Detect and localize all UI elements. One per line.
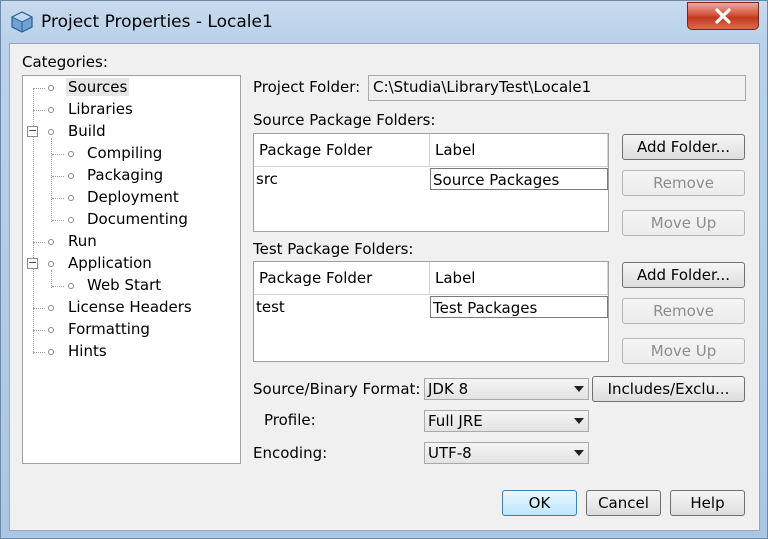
tree-node-bullet xyxy=(48,239,54,245)
tree-connector xyxy=(33,330,45,331)
source-package-folders-label: Source Package Folders: xyxy=(253,111,436,129)
move-up-test-folder-button[interactable]: Move Up xyxy=(622,338,745,364)
add-test-folder-button[interactable]: Add Folder... xyxy=(622,262,745,288)
chevron-down-icon xyxy=(574,386,584,392)
column-header-package-folder[interactable]: Package Folder xyxy=(254,134,430,167)
encoding-value: UTF-8 xyxy=(428,444,472,462)
tree-node-bullet xyxy=(48,305,54,311)
encoding-label: Encoding: xyxy=(253,444,328,462)
tree-connector xyxy=(52,176,64,177)
table-cell-label[interactable]: Source Packages xyxy=(430,168,608,190)
category-sources[interactable]: Sources xyxy=(66,78,130,96)
test-package-folders-label: Test Package Folders: xyxy=(253,240,414,258)
source-package-table[interactable]: Package Folder Label src Source Packages xyxy=(253,133,609,232)
tree-node-bullet xyxy=(48,327,54,333)
tree-connector xyxy=(52,154,64,155)
tree-connector xyxy=(52,198,64,199)
encoding-select[interactable]: UTF-8 xyxy=(424,442,589,464)
profile-label: Profile: xyxy=(264,411,316,429)
category-license-headers[interactable]: License Headers xyxy=(68,298,192,316)
help-button[interactable]: Help xyxy=(670,490,745,516)
tree-connector xyxy=(33,242,45,243)
source-binary-format-label: Source/Binary Format: xyxy=(253,380,421,398)
tree-node-bullet xyxy=(48,85,54,91)
tree-connector xyxy=(52,220,64,221)
remove-source-folder-button[interactable]: Remove xyxy=(622,170,745,196)
column-header-label[interactable]: Label xyxy=(430,134,608,167)
tree-connector xyxy=(33,110,45,111)
category-web-start[interactable]: Web Start xyxy=(87,276,161,294)
test-package-table[interactable]: Package Folder Label test Test Packages xyxy=(253,261,609,362)
move-up-source-folder-button[interactable]: Move Up xyxy=(622,210,745,236)
category-packaging[interactable]: Packaging xyxy=(87,166,163,184)
tree-node-bullet xyxy=(68,217,74,223)
collapse-build-icon[interactable]: − xyxy=(27,125,38,137)
table-cell-label[interactable]: Test Packages xyxy=(430,296,608,318)
tree-connector xyxy=(33,352,45,353)
tree-node-bullet xyxy=(48,261,54,267)
profile-select[interactable]: Full JRE xyxy=(424,410,589,432)
close-icon xyxy=(715,8,731,24)
title-bar[interactable]: Project Properties - Locale1 xyxy=(1,1,767,43)
category-libraries[interactable]: Libraries xyxy=(68,100,133,118)
tree-connector xyxy=(52,286,64,287)
close-button[interactable] xyxy=(687,2,759,30)
tree-node-bullet xyxy=(48,349,54,355)
remove-test-folder-button[interactable]: Remove xyxy=(622,298,745,324)
tree-node-bullet xyxy=(68,173,74,179)
category-application[interactable]: Application xyxy=(68,254,152,272)
tree-node-bullet xyxy=(68,151,74,157)
category-build[interactable]: Build xyxy=(68,122,106,140)
source-binary-format-select[interactable]: JDK 8 xyxy=(424,378,589,400)
category-hints[interactable]: Hints xyxy=(68,342,107,360)
source-binary-format-value: JDK 8 xyxy=(428,380,469,398)
category-run[interactable]: Run xyxy=(68,232,97,250)
project-folder-field[interactable]: C:\Studia\LibraryTest\Locale1 xyxy=(368,75,746,101)
tree-connector xyxy=(33,88,45,89)
netbeans-cube-icon xyxy=(11,11,33,33)
tree-connector xyxy=(33,308,45,309)
column-header-label[interactable]: Label xyxy=(430,262,608,295)
cancel-button[interactable]: Cancel xyxy=(586,490,661,516)
category-documenting[interactable]: Documenting xyxy=(87,210,188,228)
collapse-application-icon[interactable]: − xyxy=(27,257,38,269)
column-header-package-folder[interactable]: Package Folder xyxy=(254,262,430,295)
project-folder-label: Project Folder: xyxy=(253,78,361,96)
chevron-down-icon xyxy=(574,418,584,424)
profile-value: Full JRE xyxy=(428,412,483,430)
categories-label: Categories: xyxy=(22,53,108,71)
tree-node-bullet xyxy=(48,107,54,113)
category-deployment[interactable]: Deployment xyxy=(87,188,179,206)
table-cell-package-folder[interactable]: src xyxy=(254,168,430,190)
table-cell-package-folder[interactable]: test xyxy=(254,296,430,318)
includes-excludes-button[interactable]: Includes/Exclu... xyxy=(592,376,745,402)
category-compiling[interactable]: Compiling xyxy=(87,144,162,162)
category-formatting[interactable]: Formatting xyxy=(68,320,150,338)
tree-node-bullet xyxy=(48,129,54,135)
chevron-down-icon xyxy=(574,450,584,456)
window-title: Project Properties - Locale1 xyxy=(41,12,273,32)
tree-node-bullet xyxy=(68,283,74,289)
tree-guide xyxy=(51,138,52,222)
add-source-folder-button[interactable]: Add Folder... xyxy=(622,134,745,160)
ok-button[interactable]: OK xyxy=(502,490,577,516)
tree-node-bullet xyxy=(68,195,74,201)
